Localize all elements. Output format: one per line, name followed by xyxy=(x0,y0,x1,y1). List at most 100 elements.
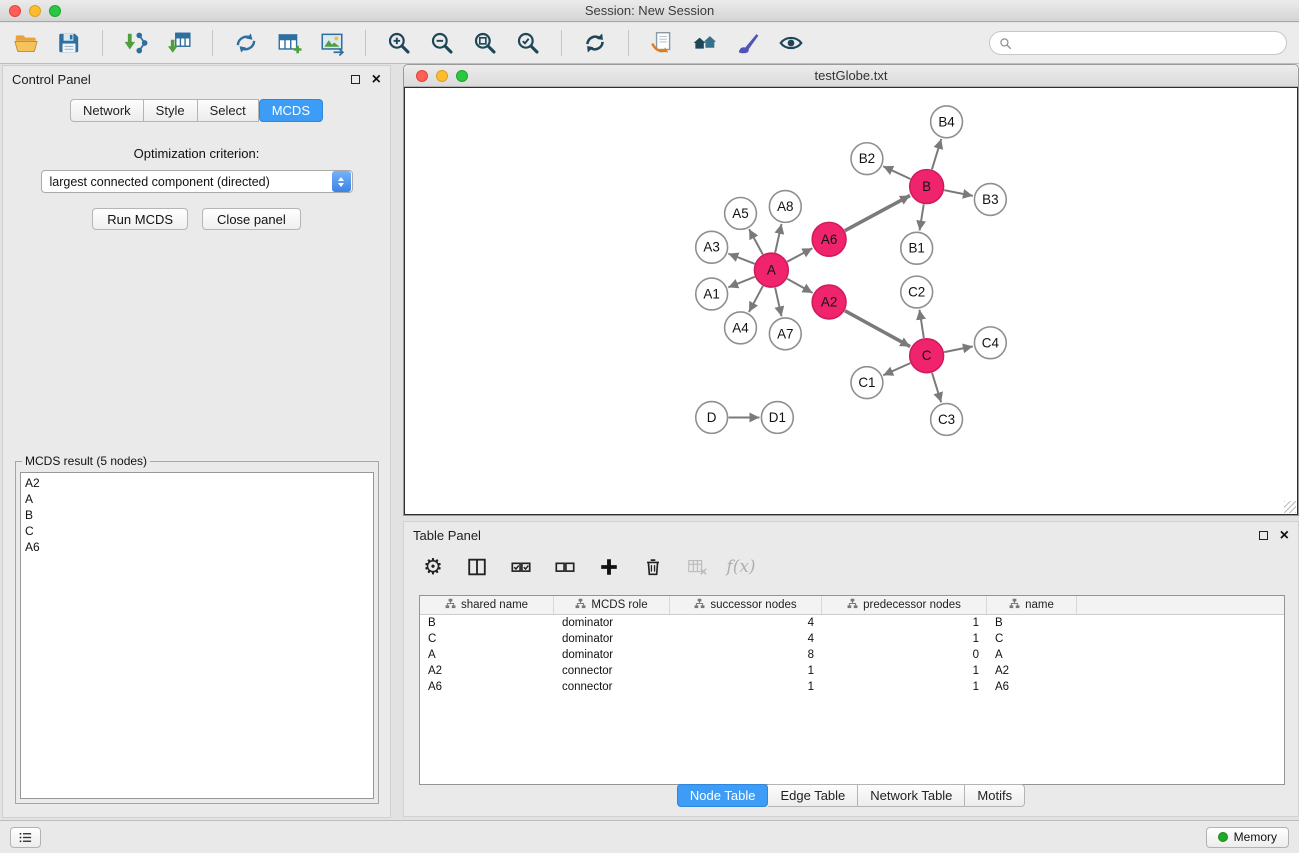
node-A2[interactable]: A2 xyxy=(812,285,846,319)
edge-A-A6[interactable] xyxy=(787,248,812,261)
refresh-icon[interactable] xyxy=(581,29,609,57)
edge-B-B3[interactable] xyxy=(944,190,973,196)
memory-button[interactable]: Memory xyxy=(1206,827,1289,848)
zoom-in-icon[interactable] xyxy=(385,29,413,57)
import-table-icon[interactable] xyxy=(165,29,193,57)
panel-menu-button[interactable] xyxy=(10,827,41,848)
node-D1[interactable]: D1 xyxy=(761,402,793,434)
mcds-result-item[interactable]: C xyxy=(25,523,369,539)
close-network-view-button[interactable] xyxy=(416,70,428,82)
columns-icon[interactable] xyxy=(465,555,489,579)
node-B[interactable]: B xyxy=(910,170,944,204)
node-D[interactable]: D xyxy=(696,402,728,434)
tab-network[interactable]: Network xyxy=(70,99,144,122)
node-A1[interactable]: A1 xyxy=(696,278,728,310)
wand-icon[interactable] xyxy=(734,29,762,57)
minimize-window-button[interactable] xyxy=(29,5,41,17)
criterion-dropdown[interactable]: largest connected component (directed) xyxy=(41,170,353,193)
edge-A-A8[interactable] xyxy=(775,224,781,253)
node-A7[interactable]: A7 xyxy=(769,318,801,350)
edge-C-C3[interactable] xyxy=(932,373,941,402)
mcds-result-item[interactable]: A6 xyxy=(25,539,369,555)
save-session-icon[interactable] xyxy=(55,29,83,57)
edge-A-A1[interactable] xyxy=(728,277,754,288)
table-row[interactable]: A2connector11A2 xyxy=(420,663,1284,679)
tab-edge-table[interactable]: Edge Table xyxy=(768,784,858,807)
close-table-panel-icon[interactable]: × xyxy=(1280,528,1289,544)
tab-network-table[interactable]: Network Table xyxy=(858,784,965,807)
edge-A-A7[interactable] xyxy=(775,288,781,317)
table-row[interactable]: Bdominator41B xyxy=(420,615,1284,631)
edge-A-A4[interactable] xyxy=(749,286,763,312)
tab-motifs[interactable]: Motifs xyxy=(965,784,1025,807)
edge-C-C4[interactable] xyxy=(944,346,973,352)
node-C2[interactable]: C2 xyxy=(901,276,933,308)
tab-select[interactable]: Select xyxy=(198,99,259,122)
node-A4[interactable]: A4 xyxy=(725,312,757,344)
node-A3[interactable]: A3 xyxy=(696,231,728,263)
float-panel-icon[interactable] xyxy=(351,75,360,84)
edge-A-A2[interactable] xyxy=(787,279,812,293)
node-C3[interactable]: C3 xyxy=(931,404,963,436)
table-row[interactable]: Cdominator41C xyxy=(420,631,1284,647)
node-C[interactable]: C xyxy=(910,339,944,373)
edge-B-B4[interactable] xyxy=(932,139,941,169)
node-B2[interactable]: B2 xyxy=(851,143,883,175)
close-panel-button[interactable]: Close panel xyxy=(202,208,301,230)
node-C4[interactable]: C4 xyxy=(974,327,1006,359)
export-image-icon[interactable] xyxy=(318,29,346,57)
node-A8[interactable]: A8 xyxy=(769,191,801,223)
edge-A2-C[interactable] xyxy=(845,311,910,347)
mcds-result-item[interactable]: A2 xyxy=(25,475,369,491)
mcds-result-item[interactable]: B xyxy=(25,507,369,523)
delete-table-icon[interactable] xyxy=(685,555,709,579)
delete-row-icon[interactable] xyxy=(641,555,665,579)
edge-B-B2[interactable] xyxy=(883,166,910,179)
export-network-icon[interactable] xyxy=(648,29,676,57)
node-A[interactable]: A xyxy=(754,253,788,287)
zoom-network-view-button[interactable] xyxy=(456,70,468,82)
zoom-window-button[interactable] xyxy=(49,5,61,17)
node-B3[interactable]: B3 xyxy=(974,184,1006,216)
close-panel-icon[interactable]: × xyxy=(372,72,381,88)
new-network-icon[interactable] xyxy=(232,29,260,57)
function-builder-icon[interactable]: f(x) xyxy=(729,555,753,579)
table-row[interactable]: Adominator80A xyxy=(420,647,1284,663)
mcds-result-list[interactable]: A2ABCA6 xyxy=(20,472,374,799)
deselect-all-icon[interactable] xyxy=(553,555,577,579)
column-header-predecessor-nodes[interactable]: predecessor nodes xyxy=(822,596,987,614)
tab-node-table[interactable]: Node Table xyxy=(677,784,769,807)
tab-mcds[interactable]: MCDS xyxy=(259,99,323,122)
column-header-shared-name[interactable]: shared name xyxy=(420,596,554,614)
mcds-result-item[interactable]: A xyxy=(25,491,369,507)
select-all-icon[interactable] xyxy=(509,555,533,579)
search-field[interactable] xyxy=(989,31,1287,55)
edge-C-C1[interactable] xyxy=(883,363,910,375)
close-window-button[interactable] xyxy=(9,5,21,17)
gear-icon[interactable]: ⚙ xyxy=(421,555,445,579)
column-header-name[interactable]: name xyxy=(987,596,1077,614)
node-A5[interactable]: A5 xyxy=(725,197,757,229)
node-B1[interactable]: B1 xyxy=(901,232,933,264)
run-mcds-button[interactable]: Run MCDS xyxy=(92,208,188,230)
zoom-fit-icon[interactable] xyxy=(471,29,499,57)
network-canvas[interactable]: B4 B2 B B3 A8 A5 A6 A3 B1 A C2 A1 A2 A4 A7 C4 C C1 C3 D D1 xyxy=(404,87,1298,515)
add-row-icon[interactable] xyxy=(597,555,621,579)
resize-grip-icon[interactable] xyxy=(1284,501,1296,513)
import-network-icon[interactable] xyxy=(122,29,150,57)
home-icon[interactable] xyxy=(691,29,719,57)
edge-B-B1[interactable] xyxy=(920,204,924,230)
minimize-network-view-button[interactable] xyxy=(436,70,448,82)
eye-icon[interactable] xyxy=(777,29,805,57)
column-header-MCDS-role[interactable]: MCDS role xyxy=(554,596,670,614)
node-B4[interactable]: B4 xyxy=(931,106,963,138)
tab-style[interactable]: Style xyxy=(144,99,198,122)
table-row[interactable]: A6connector11A6 xyxy=(420,679,1284,695)
node-C1[interactable]: C1 xyxy=(851,367,883,399)
zoom-selected-icon[interactable] xyxy=(514,29,542,57)
node-A6[interactable]: A6 xyxy=(812,222,846,256)
edge-A6-B[interactable] xyxy=(845,195,910,230)
open-session-icon[interactable] xyxy=(12,29,40,57)
search-input[interactable] xyxy=(1017,36,1277,50)
edge-C-C2[interactable] xyxy=(919,310,923,338)
